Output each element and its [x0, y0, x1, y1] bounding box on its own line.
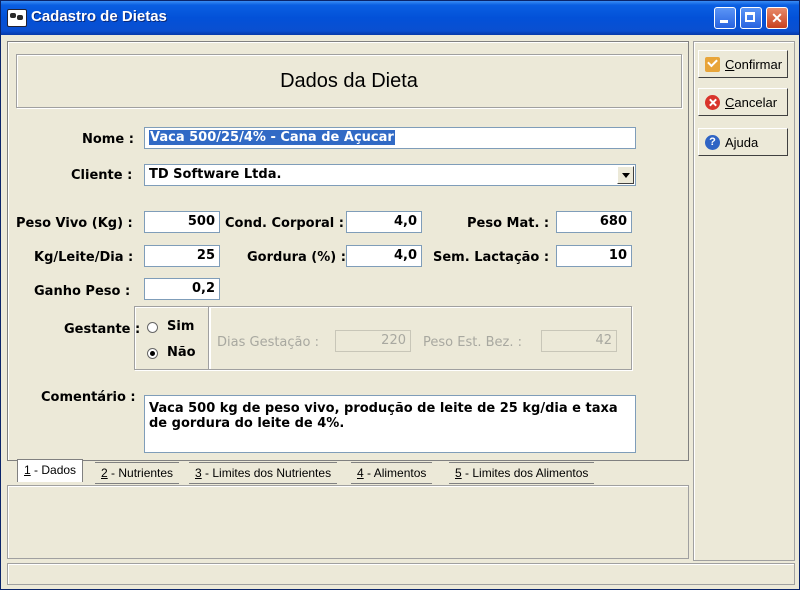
kg-leite-label: Kg/Leite/Dia : [34, 250, 134, 265]
tab-limites-nutrientes-label: - Limites dos Nutrientes [201, 466, 332, 480]
gestante-nao-radio[interactable] [147, 348, 158, 359]
close-button[interactable]: ✕ [766, 7, 788, 29]
ganho-peso-input[interactable]: 0,2 [144, 278, 220, 300]
cancel-label: Cancelar [725, 95, 778, 110]
cow-icon [7, 9, 27, 27]
window: Cadastro de Dietas ✕ Dados da Dieta Nome… [0, 0, 800, 590]
gestante-sim-label[interactable]: Sim [167, 319, 194, 334]
tab-nutrientes-key: 2 [101, 466, 108, 480]
comentario-textarea[interactable]: Vaca 500 kg de peso vivo, produção de le… [144, 395, 636, 453]
cliente-label: Cliente : [71, 168, 133, 183]
cliente-select[interactable]: TD Software Ltda. [144, 164, 636, 186]
minimize-button[interactable] [714, 7, 736, 29]
help-icon: ? [705, 135, 720, 150]
tab-nutrientes[interactable]: 2 - Nutrientes [95, 462, 180, 484]
peso-est-bez-label: Peso Est. Bez. : [423, 335, 522, 350]
tab-dados-key: 1 [24, 463, 31, 477]
maximize-button[interactable] [740, 7, 762, 29]
nome-label: Nome : [82, 132, 134, 147]
cliente-value: TD Software Ltda. [149, 167, 282, 182]
gestante-nao-label[interactable]: Não [167, 345, 196, 360]
peso-vivo-input[interactable]: 500 [144, 211, 220, 233]
cancel-button[interactable]: Cancelar [698, 88, 788, 116]
header-panel: Dados da Dieta [16, 54, 682, 108]
tab-dados[interactable]: 1 - Dados [17, 459, 84, 482]
title-bar[interactable]: Cadastro de Dietas ✕ [1, 1, 799, 35]
confirm-button[interactable]: Confirmar [698, 50, 788, 78]
comentario-label: Comentário : [41, 390, 136, 405]
peso-mat-input[interactable]: 680 [556, 211, 632, 233]
close-circle-icon [705, 95, 720, 110]
peso-mat-label: Peso Mat. : [467, 216, 550, 231]
action-panel: Confirmar Cancelar ? Ajuda [693, 41, 795, 561]
peso-est-bez-input[interactable]: 42 [541, 330, 617, 352]
confirm-label: Confirmar [725, 57, 783, 72]
help-button[interactable]: ? Ajuda [698, 128, 788, 156]
gordura-input[interactable]: 4,0 [346, 245, 422, 267]
peso-vivo-label: Peso Vivo (Kg) : [16, 216, 133, 231]
check-icon [705, 57, 720, 72]
window-title: Cadastro de Dietas [31, 8, 167, 25]
tab-dados-label: - Dados [30, 463, 77, 477]
status-bar [7, 563, 795, 585]
help-label: Ajuda [725, 135, 759, 150]
kg-leite-input[interactable]: 25 [144, 245, 220, 267]
gestante-radio-group: Sim Não [134, 306, 210, 370]
gordura-label: Gordura (%) : [247, 250, 346, 265]
chevron-down-icon[interactable] [617, 166, 634, 184]
gestacao-panel: Dias Gestação : 220 Peso Est. Bez. : 42 [208, 306, 632, 370]
gestante-label: Gestante : [64, 322, 141, 337]
dias-gestacao-label: Dias Gestação : [217, 335, 319, 350]
tab-alimentos-key: 4 [357, 466, 364, 480]
gestante-sim-radio[interactable] [147, 322, 158, 333]
cond-corporal-input[interactable]: 4,0 [346, 211, 422, 233]
tab-alimentos[interactable]: 4 - Alimentos [351, 462, 433, 484]
tab-content-panel [7, 485, 689, 559]
tab-nutrientes-label: - Nutrientes [107, 466, 174, 480]
tab-alimentos-label: - Alimentos [363, 466, 427, 480]
dias-gestacao-input[interactable]: 220 [335, 330, 411, 352]
sem-lactacao-input[interactable]: 10 [556, 245, 632, 267]
tab-limites-nutrientes-key: 3 [195, 466, 202, 480]
nome-value: Vaca 500/25/4% - Cana de Açucar [149, 130, 395, 145]
sem-lactacao-label: Sem. Lactação : [433, 250, 550, 265]
tab-limites-alimentos[interactable]: 5 - Limites dos Alimentos [449, 462, 595, 484]
tab-limites-nutrientes[interactable]: 3 - Limites dos Nutrientes [189, 462, 338, 484]
page-title: Dados da Dieta [280, 70, 418, 92]
ganho-peso-label: Ganho Peso : [34, 284, 131, 299]
cond-corporal-label: Cond. Corporal : [225, 216, 344, 231]
tab-strip: 1 - Dados 2 - Nutrientes 3 - Limites dos… [7, 459, 689, 485]
tab-limites-alimentos-key: 5 [455, 466, 462, 480]
nome-input[interactable]: Vaca 500/25/4% - Cana de Açucar [144, 127, 636, 149]
form-panel: Dados da Dieta Nome : Vaca 500/25/4% - C… [7, 41, 689, 461]
tab-limites-alimentos-label: - Limites dos Alimentos [461, 466, 589, 480]
